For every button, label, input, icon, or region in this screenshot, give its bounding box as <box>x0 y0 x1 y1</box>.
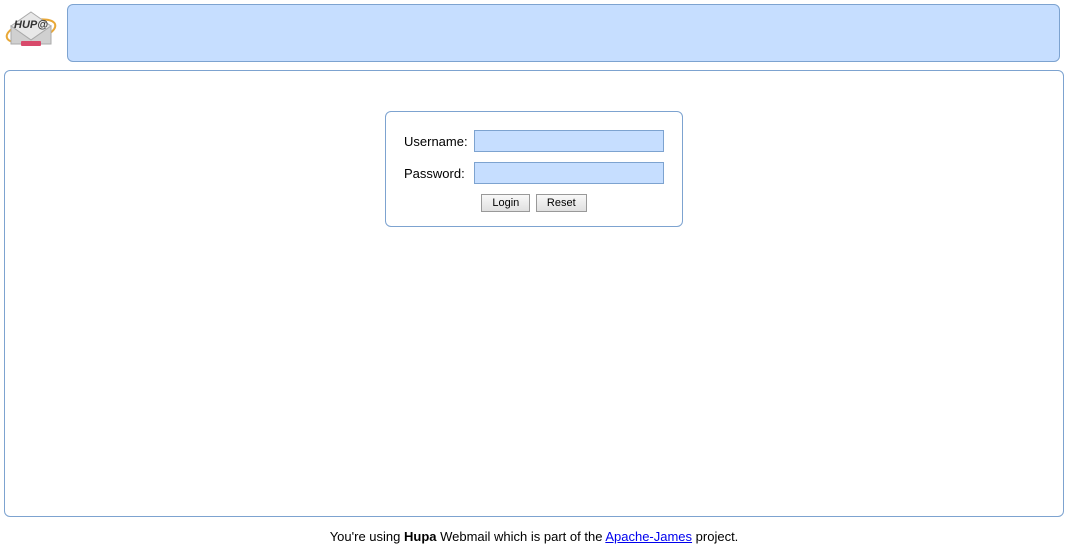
username-row: Username: <box>404 130 664 152</box>
login-form: Username: Password: Login Reset <box>385 111 683 227</box>
username-input[interactable] <box>474 130 664 152</box>
footer-suffix: project. <box>692 529 738 544</box>
footer-prefix: You're using <box>330 529 404 544</box>
button-row: Login Reset <box>404 194 664 212</box>
password-input[interactable] <box>474 162 664 184</box>
reset-button[interactable]: Reset <box>536 194 587 212</box>
header-banner <box>67 4 1060 62</box>
footer-app-name: Hupa <box>404 529 437 544</box>
apache-james-link[interactable]: Apache-James <box>605 529 692 544</box>
footer-middle: Webmail which is part of the <box>436 529 605 544</box>
password-label: Password: <box>404 166 474 181</box>
main-panel: Username: Password: Login Reset <box>4 70 1064 517</box>
hupa-logo: HUP@ <box>4 4 59 59</box>
login-button[interactable]: Login <box>481 194 530 212</box>
svg-text:HUP@: HUP@ <box>14 19 48 31</box>
hupa-logo-icon: HUP@ <box>4 4 59 59</box>
password-row: Password: <box>404 162 664 184</box>
username-label: Username: <box>404 134 474 149</box>
header-row: HUP@ <box>0 0 1068 62</box>
footer: You're using Hupa Webmail which is part … <box>0 521 1068 548</box>
